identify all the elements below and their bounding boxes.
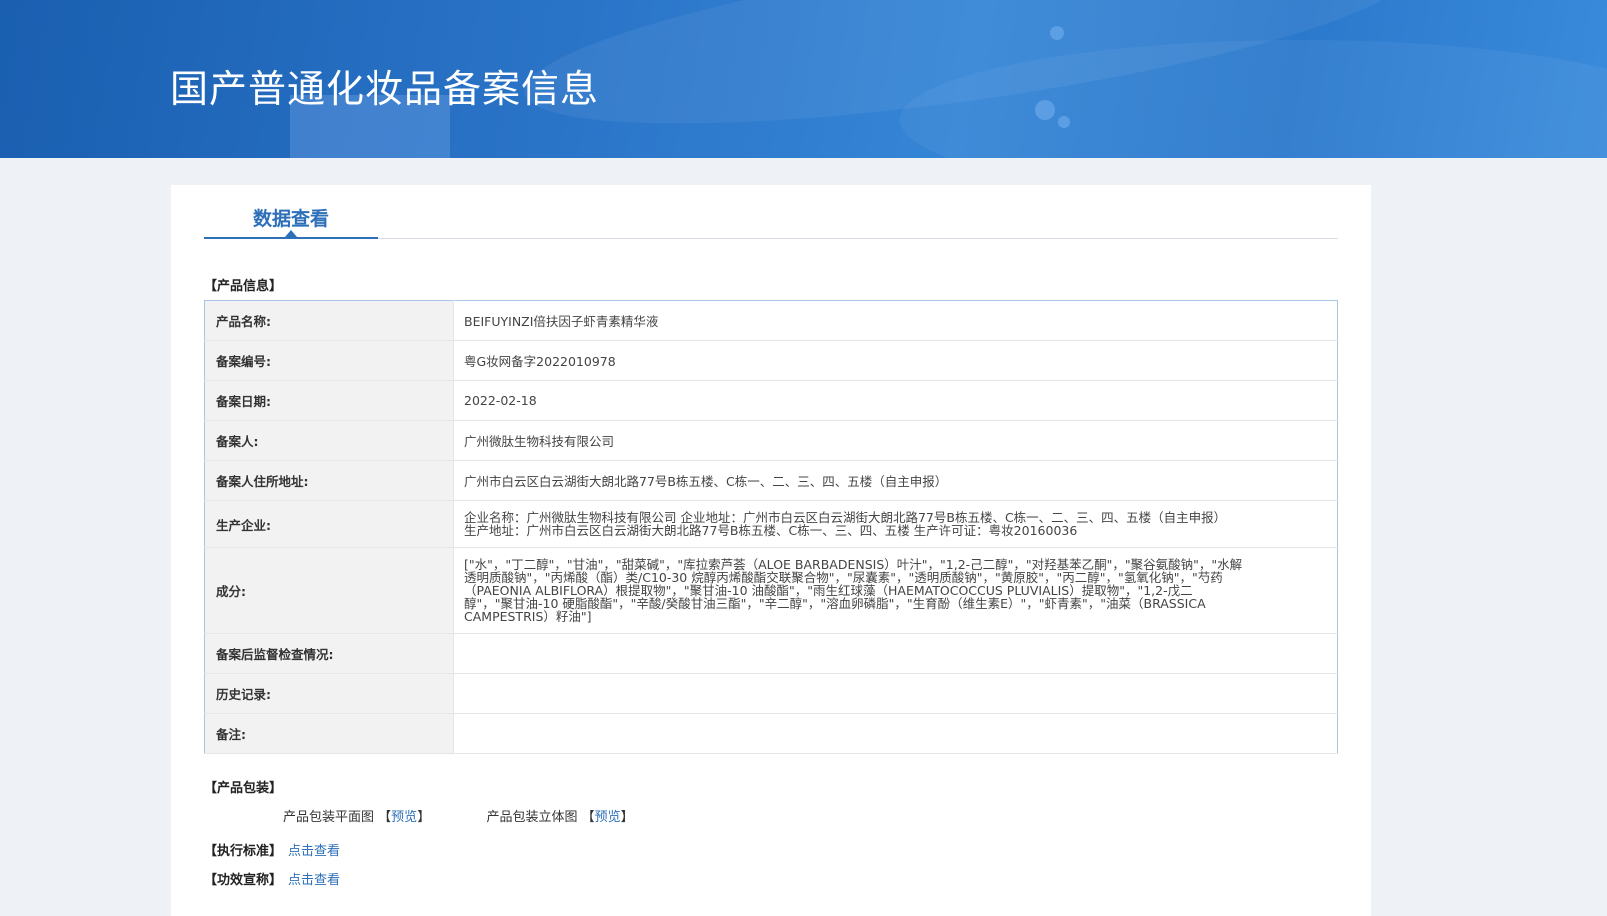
row-value [453, 713, 1338, 754]
table-row: 备案后监督检查情况: [204, 633, 1338, 674]
standards-label: 【执行标准】 [204, 844, 283, 859]
table-row: 成分: ["水"，"丁二醇"，"甘油"，"甜菜碱"，"库拉索芦荟（ALOE BA… [204, 547, 1338, 634]
row-label: 备案后监督检查情况: [204, 633, 454, 674]
product-info-table: 产品名称: BEIFUYINZI倍扶因子虾青素精华液 备案编号: 粤G妆网备字2… [204, 300, 1338, 754]
table-row: 备案人: 广州微肽生物科技有限公司 [204, 420, 1338, 461]
row-label: 备案人: [204, 420, 454, 461]
efficacy-label: 【功效宣称】 [204, 873, 283, 888]
row-label: 备案编号: [204, 340, 454, 381]
bracket: 】 [417, 810, 431, 825]
table-row: 生产企业: 企业名称：广州微肽生物科技有限公司 企业地址：广州市白云区白云湖街大… [204, 500, 1338, 548]
row-value: ["水"，"丁二醇"，"甘油"，"甜菜碱"，"库拉索芦荟（ALOE BARBAD… [453, 547, 1338, 634]
packaging-row: 产品包装平面图 【预览】 产品包装立体图 【预览】 [283, 806, 634, 825]
tab-data-view[interactable]: 数据查看 [204, 205, 378, 239]
section-title-packaging: 【产品包装】 [204, 781, 283, 796]
row-value: 粤G妆网备字2022010978 [453, 340, 1338, 381]
table-row: 备案编号: 粤G妆网备字2022010978 [204, 340, 1338, 381]
table-row: 备案日期: 2022-02-18 [204, 380, 1338, 421]
efficacy-view-link[interactable]: 点击查看 [288, 873, 340, 888]
row-value [453, 673, 1338, 714]
tab-caret-icon [285, 230, 297, 237]
section-title-product-info: 【产品信息】 [204, 279, 283, 294]
row-label: 备注: [204, 713, 454, 754]
packaging-flat-label: 产品包装平面图 [283, 810, 375, 825]
row-value: 2022-02-18 [453, 380, 1338, 421]
row-label: 产品名称: [204, 300, 454, 341]
row-value: 广州市白云区白云湖街大朗北路77号B栋五楼、C栋一、二、三、四、五楼（自主申报） [453, 460, 1338, 501]
banner-decoration [1050, 26, 1064, 40]
content-card: 数据查看 【产品信息】 产品名称: BEIFUYINZI倍扶因子虾青素精华液 备… [171, 185, 1371, 916]
row-label: 成分: [204, 547, 454, 634]
row-value: 广州微肽生物科技有限公司 [453, 420, 1338, 461]
row-label: 备案日期: [204, 380, 454, 421]
manufacturer-line: 生产地址：广州市白云区白云湖街大朗北路77号B栋五楼、C栋一、三、四、五楼 生产… [464, 523, 1078, 538]
bracket: 【 [378, 810, 392, 825]
row-value [453, 633, 1338, 674]
page-title: 国产普通化妆品备案信息 [170, 67, 600, 111]
table-row: 产品名称: BEIFUYINZI倍扶因子虾青素精华液 [204, 300, 1338, 341]
table-row: 备案人住所地址: 广州市白云区白云湖街大朗北路77号B栋五楼、C栋一、二、三、四… [204, 460, 1338, 501]
row-value: 企业名称：广州微肽生物科技有限公司 企业地址：广州市白云区白云湖街大朗北路77号… [453, 500, 1338, 548]
tab-bar: 数据查看 [204, 205, 1338, 239]
standards-view-link[interactable]: 点击查看 [288, 844, 340, 859]
bracket: 】 [620, 810, 634, 825]
row-label: 生产企业: [204, 500, 454, 548]
ingredient-line: CAMPESTRIS）籽油"] [464, 609, 592, 624]
header-banner: 国产普通化妆品备案信息 [0, 0, 1607, 158]
row-label: 备案人住所地址: [204, 460, 454, 501]
packaging-solid-label: 产品包装立体图 [486, 810, 578, 825]
standards-row: 【执行标准】 点击查看 [204, 840, 340, 859]
preview-flat-link[interactable]: 预览 [391, 810, 417, 825]
banner-decoration [1058, 116, 1070, 128]
table-row: 备注: [204, 713, 1338, 754]
banner-decoration [1035, 100, 1055, 120]
row-label: 历史记录: [204, 673, 454, 714]
bracket: 【 [581, 810, 595, 825]
row-value: BEIFUYINZI倍扶因子虾青素精华液 [453, 300, 1338, 341]
efficacy-row: 【功效宣称】 点击查看 [204, 869, 340, 888]
tab-label: 数据查看 [252, 208, 329, 230]
preview-solid-link[interactable]: 预览 [595, 810, 621, 825]
table-row: 历史记录: [204, 673, 1338, 714]
